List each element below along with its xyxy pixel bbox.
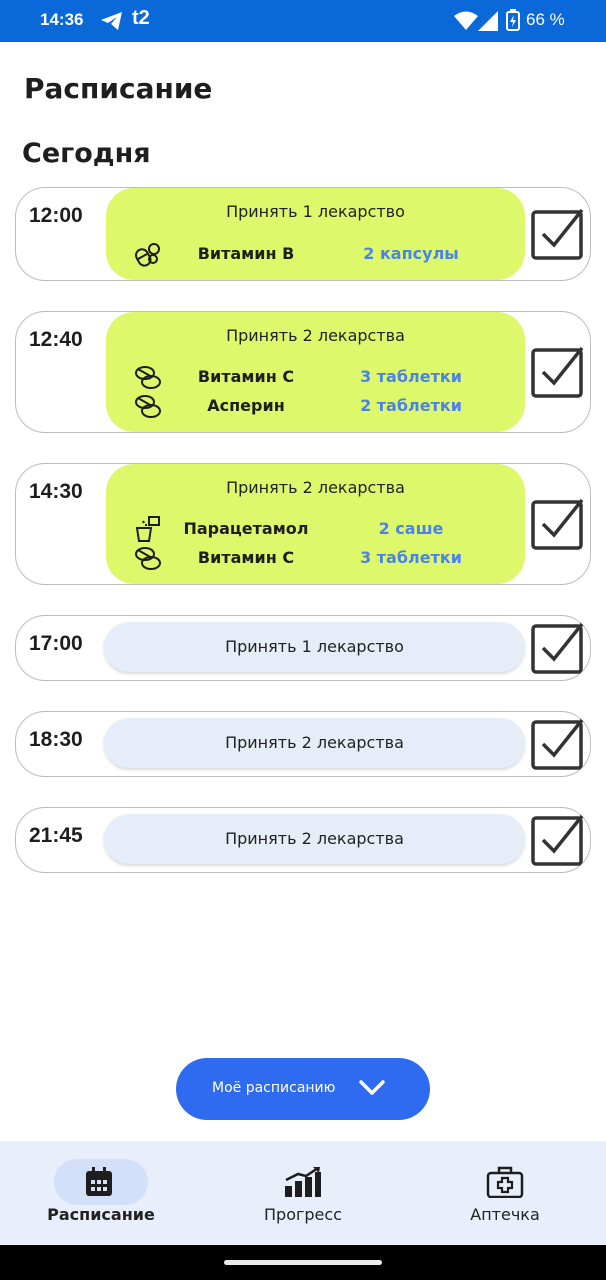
medication-name: Витамин C — [197, 367, 295, 386]
nav-label: Аптечка — [470, 1205, 540, 1224]
schedule-summary: Принять 2 лекарства — [225, 733, 404, 752]
sachet-icon — [134, 515, 162, 543]
checkbox-icon[interactable] — [531, 620, 585, 674]
first-aid-kit-icon — [486, 1166, 524, 1199]
checkbox-icon[interactable] — [531, 206, 585, 260]
schedule-details-panel[interactable]: Принять 2 лекарства Парацетамол 2 саше В… — [106, 464, 525, 584]
medication-dose: 3 таблетки — [360, 367, 462, 386]
my-schedule-label: Моё расписанию — [212, 1080, 336, 1096]
chart-icon — [284, 1166, 321, 1198]
medication-dose: 2 саше — [378, 519, 444, 538]
capsule-icon — [134, 240, 162, 268]
schedule-summary-pill[interactable]: Принять 2 лекарства — [104, 718, 525, 768]
nav-item-first-aid-kit[interactable]: Аптечка — [404, 1141, 606, 1245]
section-title-today: Сегодня — [22, 138, 151, 169]
checkbox-icon[interactable] — [531, 496, 585, 550]
schedule-summary-pill[interactable]: Принять 2 лекарства — [104, 814, 525, 864]
signal-icon — [478, 11, 498, 35]
tablets-icon — [134, 363, 162, 391]
schedule-card[interactable]: 14:30 Принять 2 лекарства Парацетамол 2 … — [15, 463, 591, 585]
medication-row: Парацетамол 2 саше — [106, 515, 525, 543]
medication-dose: 3 таблетки — [360, 548, 462, 567]
carrier-label: t2 — [132, 7, 150, 29]
schedule-summary: Принять 1 лекарство — [226, 202, 405, 221]
tablets-icon — [134, 392, 162, 420]
schedule-time: 12:00 — [29, 204, 83, 227]
battery-icon — [506, 9, 520, 35]
calendar-icon — [83, 1166, 119, 1198]
checkbox-icon[interactable] — [531, 812, 585, 866]
schedule-card[interactable]: 17:00 Принять 1 лекарство — [15, 615, 591, 681]
schedule-card[interactable]: 12:00 Принять 1 лекарство Витамин B 2 ка… — [15, 187, 591, 281]
nav-item-progress[interactable]: Прогресс — [202, 1141, 404, 1245]
medication-name: Витамин C — [197, 548, 295, 567]
schedule-card[interactable]: 18:30 Принять 2 лекарства — [15, 711, 591, 777]
status-time: 14:36 — [40, 10, 84, 29]
medication-row: Витамин C 3 таблетки — [106, 544, 525, 572]
medication-name: Парацетамол — [183, 519, 309, 538]
checkbox-icon[interactable] — [531, 716, 585, 770]
checkbox-icon[interactable] — [531, 344, 585, 398]
schedule-time: 21:45 — [29, 824, 83, 847]
schedule-time: 14:30 — [29, 480, 83, 503]
schedule-time: 12:40 — [29, 328, 83, 351]
schedule-summary: Принять 2 лекарства — [226, 326, 405, 345]
battery-percent: 66 % — [526, 10, 565, 29]
bottom-navigation: Расписание Прогресс Аптечка — [0, 1141, 606, 1245]
system-gesture-area — [0, 1245, 606, 1280]
schedule-details-panel[interactable]: Принять 1 лекарство Витамин B 2 капсулы — [106, 188, 525, 280]
schedule-summary-pill[interactable]: Принять 1 лекарство — [104, 622, 525, 672]
wifi-icon — [454, 11, 478, 35]
home-gesture-bar[interactable] — [224, 1260, 382, 1265]
medication-row: Витамин B 2 капсулы — [106, 240, 525, 268]
schedule-card[interactable]: 12:40 Принять 2 лекарства Витамин C 3 та… — [15, 311, 591, 433]
schedule-summary: Принять 1 лекарство — [225, 637, 404, 656]
telegram-icon — [100, 10, 124, 36]
medication-dose: 2 таблетки — [360, 396, 462, 415]
chevron-down-icon — [358, 1076, 386, 1100]
schedule-summary: Принять 2 лекарства — [226, 478, 405, 497]
medication-name: Асперин — [207, 396, 285, 415]
schedule-time: 18:30 — [29, 728, 83, 751]
medication-row: Асперин 2 таблетки — [106, 392, 525, 420]
nav-label: Прогресс — [264, 1205, 342, 1224]
page-title: Расписание — [24, 72, 213, 105]
medication-dose: 2 капсулы — [363, 244, 459, 263]
schedule-card[interactable]: 21:45 Принять 2 лекарства — [15, 807, 591, 873]
nav-label: Расписание — [47, 1205, 155, 1224]
schedule-time: 17:00 — [29, 632, 83, 655]
tablets-icon — [134, 544, 162, 572]
schedule-details-panel[interactable]: Принять 2 лекарства Витамин C 3 таблетки… — [106, 312, 525, 432]
medication-row: Витамин C 3 таблетки — [106, 363, 525, 391]
my-schedule-button[interactable]: Моё расписанию — [176, 1058, 430, 1120]
medication-name: Витамин B — [197, 244, 295, 263]
status-bar: 14:36 t2 66 % — [0, 0, 606, 42]
nav-item-schedule[interactable]: Расписание — [0, 1141, 202, 1245]
schedule-summary: Принять 2 лекарства — [225, 829, 404, 848]
